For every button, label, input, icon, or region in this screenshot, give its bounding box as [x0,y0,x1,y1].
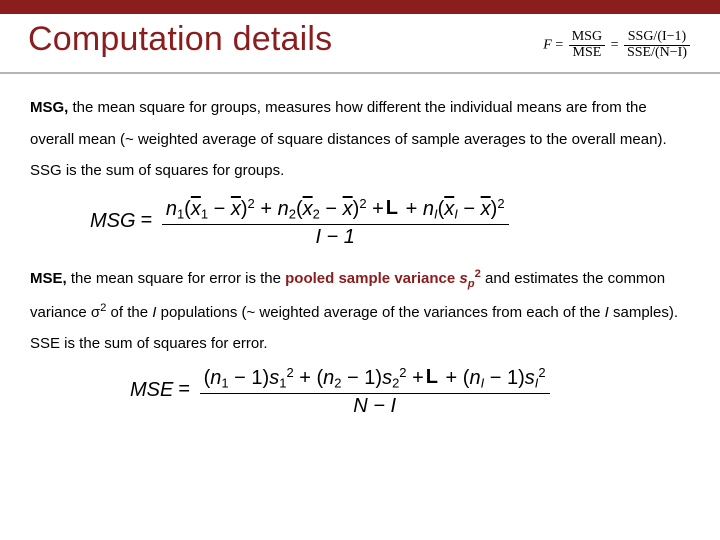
mse-numerator: (n1 − 1)s12 + (n2 − 1)s22 +L + (nI − 1)s… [200,364,550,394]
f-ratio-formula: F = MSG MSE = SSG/(I−1) SSE/(N−I) [543,20,692,60]
slide: Computation details F = MSG MSE = SSG/(I… [0,0,720,540]
mse-denominator: N − I [200,394,550,416]
msg-lhs: MSG [90,211,136,231]
eq-sign: = [178,377,195,399]
msg-equation: MSG = n1(x1 − x)2 + n2(x2 − x)2 +L + nI(… [30,187,690,263]
frac1-num: MSG [569,30,605,46]
mse-equation: MSE = (n1 − 1)s12 + (n2 − 1)s22 +L + (nI… [30,360,690,432]
frac2-num: SSG/(I−1) [624,30,690,46]
frac-msg-mse: MSG MSE [569,30,605,60]
msg-lead: MSG, [30,99,68,116]
pooled-label: pooled sample variance sp2 [285,270,481,287]
slide-title: Computation details [28,20,543,59]
f-lhs: F [543,37,552,52]
msg-numerator: n1(x1 − x)2 + n2(x2 − x)2 +L + nI(xI − x… [162,195,509,225]
title-row: Computation details F = MSG MSE = SSG/(I… [0,14,720,74]
paragraph-msg: MSG, the mean square for groups, measure… [30,92,690,187]
paragraph-mse: MSE, the mean square for error is the po… [30,263,690,360]
msg-fraction: n1(x1 − x)2 + n2(x2 − x)2 +L + nI(xI − x… [162,195,509,247]
eq-sign: = [141,208,158,230]
eq-sign-2: = [611,37,619,52]
msg-denominator: I − 1 [162,225,509,247]
eq-sign-1: = [555,37,563,52]
mse-lhs: MSE [130,380,173,400]
msg-text: the mean square for groups, measures how… [30,99,667,179]
accent-bar [0,0,720,14]
mse-text4: populations (~ weighted average of the v… [156,304,604,321]
mse-lead: MSE, [30,270,67,287]
frac-ssg-sse: SSG/(I−1) SSE/(N−I) [624,30,690,60]
mse-text3: of the [106,304,152,321]
mse-text1: the mean square for error is the [67,270,285,287]
frac2-den: SSE/(N−I) [624,46,690,61]
frac1-den: MSE [569,46,605,61]
mse-fraction: (n1 − 1)s12 + (n2 − 1)s22 +L + (nI − 1)s… [200,364,550,416]
slide-body: MSG, the mean square for groups, measure… [0,74,720,432]
